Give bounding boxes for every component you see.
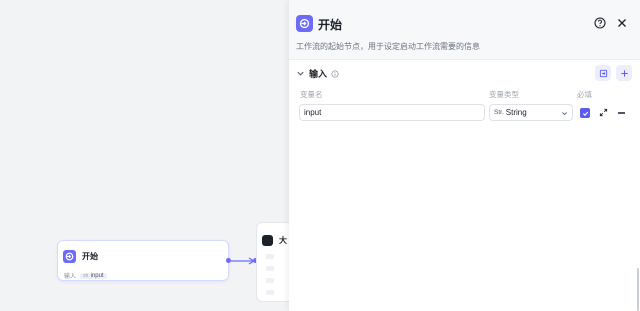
- column-header-type: 变量类型: [489, 90, 519, 99]
- add-variable-button[interactable]: [616, 65, 632, 81]
- variable-name-value: input: [304, 108, 322, 117]
- start-node-icon: [296, 15, 313, 32]
- help-icon[interactable]: [594, 17, 606, 29]
- variable-type-value: String: [505, 108, 527, 117]
- import-button[interactable]: [595, 65, 611, 81]
- string-type-icon: str: [83, 272, 89, 279]
- variable-type-select[interactable]: Str. String: [489, 104, 573, 121]
- string-type-icon: Str.: [494, 109, 504, 116]
- panel-header: 开始 工作流的起始节点，用于设定启动工作流需要的信息: [289, 0, 640, 60]
- close-icon[interactable]: [616, 17, 628, 29]
- expand-icon[interactable]: [599, 108, 608, 117]
- start-node-icon: [63, 249, 76, 263]
- variable-name-input[interactable]: input: [299, 104, 485, 121]
- llm-node-title: 大: [279, 235, 287, 245]
- panel-title: 开始: [318, 18, 343, 32]
- remove-variable-button[interactable]: [618, 112, 625, 114]
- start-node-input-tag-label: input: [90, 272, 104, 279]
- chevron-down-icon[interactable]: [296, 69, 305, 78]
- node-config-panel: 开始 工作流的起始节点，用于设定启动工作流需要的信息 输入 变量名 变量类型 必…: [289, 0, 640, 311]
- start-node[interactable]: 开始 输入 str input: [57, 240, 229, 281]
- check-icon: [582, 111, 588, 116]
- info-icon: [331, 69, 339, 78]
- required-checkbox[interactable]: [580, 108, 590, 118]
- llm-node-icon: [262, 234, 273, 246]
- input-section-title: 输入: [309, 69, 328, 79]
- panel-description: 工作流的起始节点，用于设定启动工作流需要的信息: [296, 42, 480, 51]
- start-node-input-tag: str input: [80, 272, 107, 279]
- add-icon: [620, 69, 628, 77]
- start-node-input-label: 输入: [64, 274, 77, 280]
- start-node-title: 开始: [82, 251, 98, 261]
- panel-scrollbar[interactable]: [637, 268, 639, 311]
- column-header-required: 必填: [577, 90, 592, 99]
- import-icon: [599, 69, 607, 77]
- column-header-name: 变量名: [300, 90, 323, 99]
- dropdown-chevron-icon: [562, 112, 567, 116]
- input-section-header[interactable]: 输入: [296, 67, 339, 80]
